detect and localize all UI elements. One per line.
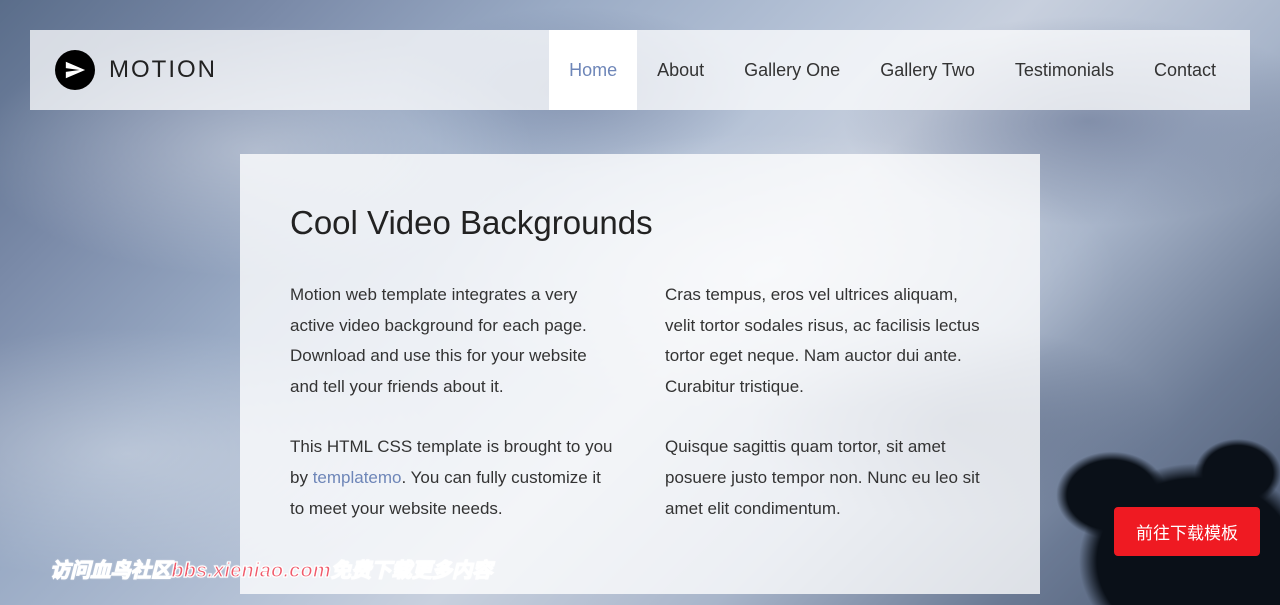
nav-label: About (657, 60, 704, 81)
hero-title: Cool Video Backgrounds (290, 204, 990, 242)
paper-plane-icon (55, 50, 95, 90)
watermark-text: 访问血鸟社区bbs.xieniao.com免费下载更多内容 (50, 554, 493, 583)
nav-label: Gallery One (744, 60, 840, 81)
hero-col-right: Cras tempus, eros vel ultrices aliquam, … (665, 280, 990, 554)
nav-gallery-two[interactable]: Gallery Two (860, 30, 995, 110)
hero-right-p2: Quisque sagittis quam tortor, sit amet p… (665, 432, 990, 524)
hero-left-p2: This HTML CSS template is brought to you… (290, 432, 615, 524)
nav-label: Gallery Two (880, 60, 975, 81)
nav-home[interactable]: Home (549, 30, 637, 110)
nav-gallery-one[interactable]: Gallery One (724, 30, 860, 110)
nav-contact[interactable]: Contact (1134, 30, 1250, 110)
nav-about[interactable]: About (637, 30, 724, 110)
nav-label: Home (569, 60, 617, 81)
templatemo-link[interactable]: templatemo (313, 468, 402, 487)
hero-columns: Motion web template integrates a very ac… (290, 280, 990, 554)
hero-col-left: Motion web template integrates a very ac… (290, 280, 615, 554)
hero-right-p1: Cras tempus, eros vel ultrices aliquam, … (665, 280, 990, 402)
download-template-button[interactable]: 前往下载模板 (1114, 507, 1260, 556)
brand-text: MOTION (109, 56, 217, 84)
nav-testimonials[interactable]: Testimonials (995, 30, 1134, 110)
navbar: MOTION Home About Gallery One Gallery Tw… (30, 30, 1250, 110)
nav-items: Home About Gallery One Gallery Two Testi… (549, 30, 1250, 110)
download-button-label: 前往下载模板 (1136, 524, 1238, 543)
hero-panel: Cool Video Backgrounds Motion web templa… (240, 154, 1040, 594)
hero-left-p1: Motion web template integrates a very ac… (290, 280, 615, 402)
nav-label: Contact (1154, 60, 1216, 81)
tree-silhouette (1000, 385, 1280, 605)
nav-label: Testimonials (1015, 60, 1114, 81)
brand[interactable]: MOTION (55, 50, 217, 90)
